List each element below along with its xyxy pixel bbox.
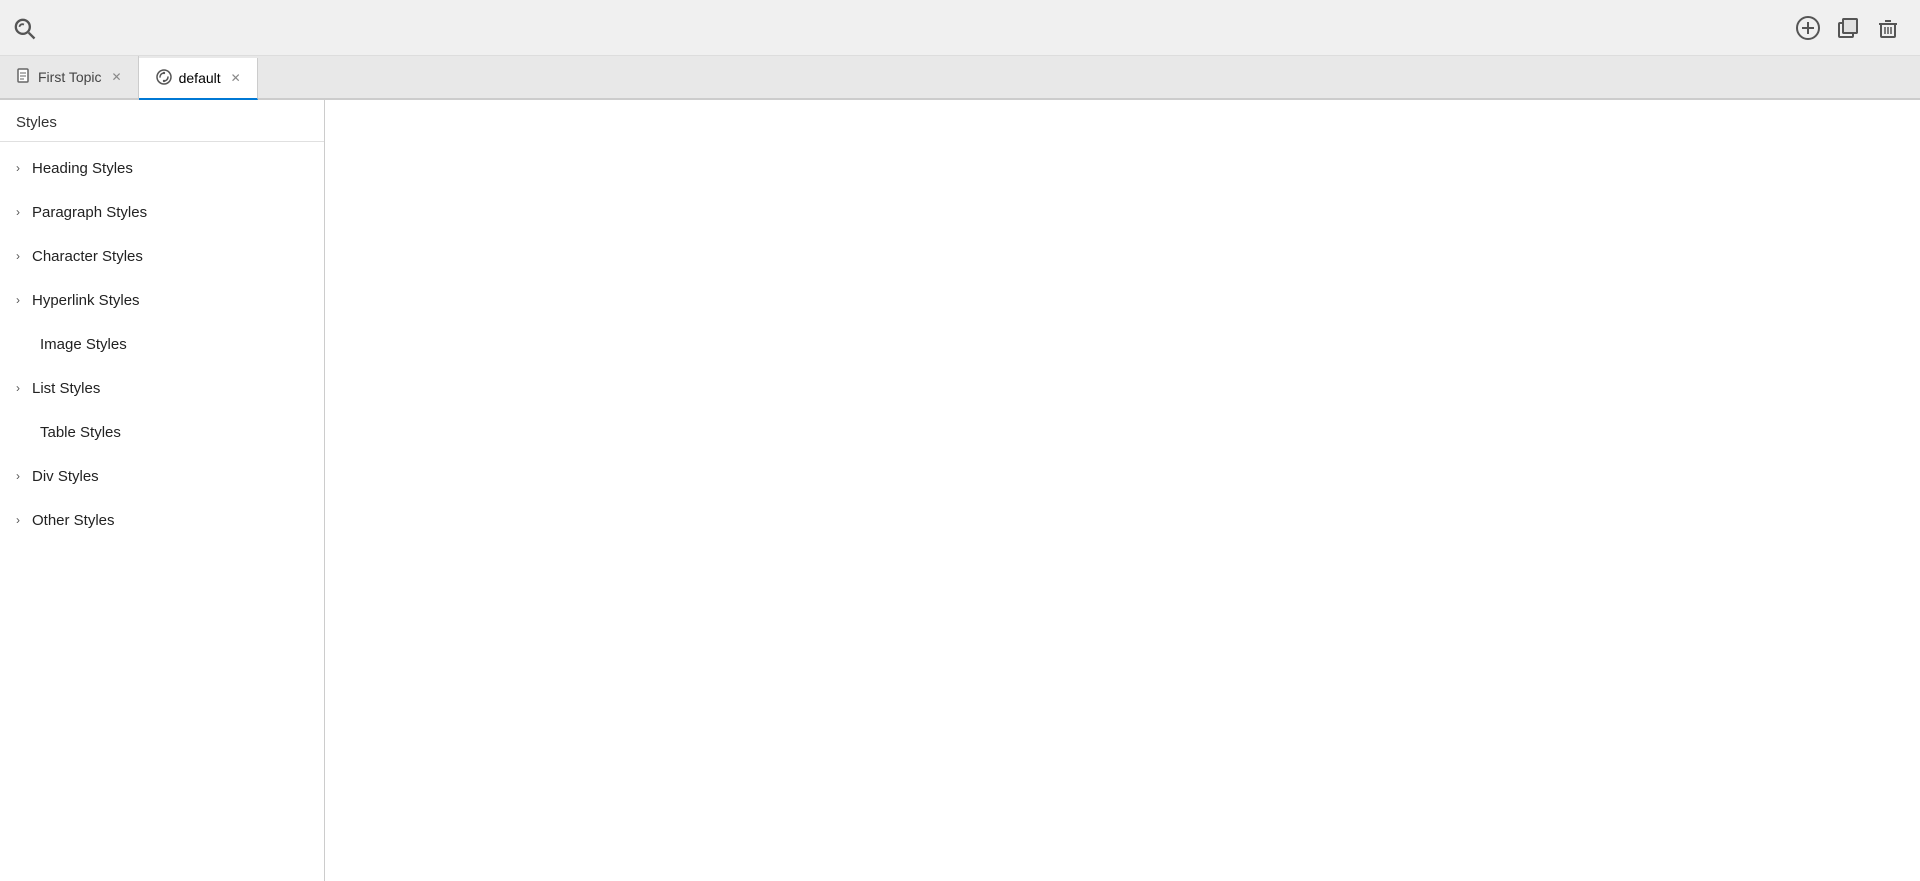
tab-default-close[interactable]: ✕: [231, 72, 241, 84]
app-container: First Topic ✕ default ✕ Styles: [0, 0, 1920, 881]
toolbar: [0, 0, 1920, 56]
list-styles-chevron: ›: [16, 381, 20, 395]
image-styles-label: Image Styles: [40, 336, 127, 353]
heading-styles-chevron: ›: [16, 161, 20, 175]
styles-icon: [155, 68, 173, 89]
delete-button[interactable]: [1872, 12, 1904, 44]
styles-header-label: Styles: [16, 114, 57, 131]
heading-styles-label: Heading Styles: [32, 160, 133, 177]
document-icon: [16, 68, 32, 87]
content-area: [325, 100, 1920, 881]
tab-first-topic-label: First Topic: [38, 69, 102, 85]
character-styles-item[interactable]: › Character Styles: [0, 234, 324, 278]
hyperlink-styles-item[interactable]: › Hyperlink Styles: [0, 278, 324, 322]
character-styles-label: Character Styles: [32, 248, 143, 265]
div-styles-chevron: ›: [16, 469, 20, 483]
toolbar-right: [1792, 12, 1904, 44]
tab-first-topic[interactable]: First Topic ✕: [0, 56, 139, 98]
image-styles-item[interactable]: Image Styles: [0, 322, 324, 366]
table-styles-label: Table Styles: [40, 424, 121, 441]
hyperlink-styles-label: Hyperlink Styles: [32, 292, 140, 309]
other-styles-chevron: ›: [16, 513, 20, 527]
hyperlink-styles-chevron: ›: [16, 293, 20, 307]
tab-default-label: default: [179, 70, 221, 86]
styles-panel-header: Styles: [0, 100, 324, 142]
other-styles-label: Other Styles: [32, 512, 115, 529]
paragraph-styles-chevron: ›: [16, 205, 20, 219]
list-styles-label: List Styles: [32, 380, 100, 397]
paragraph-styles-item[interactable]: › Paragraph Styles: [0, 190, 324, 234]
search-button[interactable]: [8, 12, 40, 44]
other-styles-item[interactable]: › Other Styles: [0, 498, 324, 542]
styles-panel: Styles › Heading Styles › Paragraph Styl…: [0, 100, 325, 881]
heading-styles-item[interactable]: › Heading Styles: [0, 146, 324, 190]
tab-default[interactable]: default ✕: [139, 58, 258, 100]
toolbar-left: [8, 12, 40, 44]
list-styles-item[interactable]: › List Styles: [0, 366, 324, 410]
duplicate-button[interactable]: [1832, 12, 1864, 44]
main-content: Styles › Heading Styles › Paragraph Styl…: [0, 100, 1920, 881]
styles-list: › Heading Styles › Paragraph Styles › Ch…: [0, 142, 324, 546]
table-styles-item[interactable]: Table Styles: [0, 410, 324, 454]
div-styles-item[interactable]: › Div Styles: [0, 454, 324, 498]
tab-first-topic-close[interactable]: ✕: [112, 71, 122, 83]
character-styles-chevron: ›: [16, 249, 20, 263]
paragraph-styles-label: Paragraph Styles: [32, 204, 147, 221]
div-styles-label: Div Styles: [32, 468, 99, 485]
add-button[interactable]: [1792, 12, 1824, 44]
tabs-row: First Topic ✕ default ✕: [0, 56, 1920, 100]
